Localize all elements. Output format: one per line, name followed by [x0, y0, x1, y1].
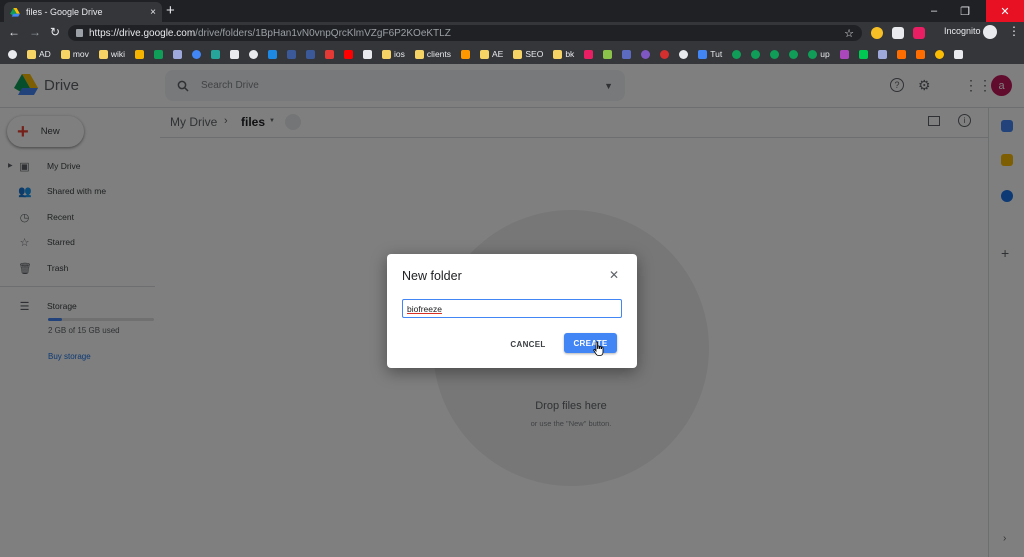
- bookmark-item[interactable]: [679, 49, 689, 59]
- bookmark-item[interactable]: Tut: [698, 49, 722, 59]
- hand-cursor-icon: [593, 341, 604, 356]
- incognito-icon[interactable]: [983, 25, 997, 39]
- bookmark-item[interactable]: [896, 49, 906, 59]
- bookmark-item[interactable]: bk: [553, 49, 574, 59]
- bookmark-item[interactable]: AE: [480, 49, 503, 59]
- bookmark-item[interactable]: [135, 49, 145, 59]
- bookmarks-bar: AD mov wiki ios clients AE SEO bk Tut up: [0, 44, 1024, 64]
- bookmark-item[interactable]: [8, 49, 17, 59]
- bookmark-item[interactable]: [858, 49, 868, 59]
- bookmark-item[interactable]: [839, 49, 849, 59]
- bookmark-item[interactable]: [461, 49, 471, 59]
- browser-toolbar: ← → ↻ https://drive.google.com/drive/fol…: [0, 22, 1024, 44]
- bookmark-item[interactable]: [192, 49, 202, 59]
- bookmark-item[interactable]: AD: [27, 49, 51, 59]
- lock-icon: [76, 29, 83, 37]
- new-tab-button[interactable]: +: [166, 3, 175, 19]
- bookmark-item[interactable]: clients: [414, 49, 451, 59]
- bookmark-item[interactable]: [789, 49, 799, 59]
- bookmark-item[interactable]: mov: [60, 49, 89, 59]
- minimize-button[interactable]: –: [919, 0, 949, 22]
- tab-title: files - Google Drive: [26, 7, 103, 17]
- extension-icon[interactable]: [871, 27, 883, 39]
- bookmark-item[interactable]: [877, 49, 887, 59]
- address-bar[interactable]: https://drive.google.com/drive/folders/1…: [68, 25, 862, 41]
- app: files - Google Drive × + – ❐ ✕ ← → ↻ htt…: [0, 0, 1024, 557]
- bookmark-item[interactable]: [915, 49, 925, 59]
- dialog-title: New folder: [402, 269, 462, 283]
- bookmark-item[interactable]: [584, 49, 594, 59]
- drive-favicon-icon: [10, 7, 20, 17]
- bookmark-star-icon[interactable]: ☆: [844, 27, 854, 40]
- bookmark-item[interactable]: [154, 49, 164, 59]
- bookmark-item[interactable]: wiki: [98, 49, 125, 59]
- url-text: https://drive.google.com/drive/folders/1…: [89, 27, 451, 39]
- bookmark-item[interactable]: [603, 49, 613, 59]
- extension-icon[interactable]: [913, 27, 925, 39]
- folder-name-input[interactable]: [402, 299, 622, 318]
- bookmark-item[interactable]: [953, 49, 963, 59]
- window-close-button[interactable]: ✕: [986, 0, 1024, 22]
- bookmark-item[interactable]: [751, 49, 761, 59]
- bookmark-item[interactable]: [344, 49, 354, 59]
- browser-tab[interactable]: files - Google Drive ×: [4, 2, 162, 22]
- bookmark-item[interactable]: [622, 49, 632, 59]
- bookmark-item[interactable]: [732, 49, 742, 59]
- tab-close-icon[interactable]: ×: [150, 7, 156, 18]
- browser-tabstrip: files - Google Drive × + – ❐ ✕: [0, 0, 1024, 22]
- bookmark-item[interactable]: [770, 49, 780, 59]
- bookmark-item[interactable]: [268, 49, 278, 59]
- bookmark-item[interactable]: [641, 49, 651, 59]
- bookmark-item[interactable]: [934, 49, 944, 59]
- bookmark-item[interactable]: [363, 49, 373, 59]
- restore-button[interactable]: ❐: [950, 0, 980, 22]
- reload-icon[interactable]: ↻: [50, 25, 60, 39]
- bookmark-item[interactable]: [211, 49, 221, 59]
- cancel-button[interactable]: CANCEL: [507, 336, 549, 352]
- bookmark-item[interactable]: [287, 49, 297, 59]
- bookmark-item[interactable]: up: [808, 49, 830, 59]
- browser-menu-icon[interactable]: ⋮: [1008, 24, 1020, 38]
- bookmark-item[interactable]: ios: [382, 49, 405, 59]
- bookmark-item[interactable]: [325, 49, 335, 59]
- bookmark-item[interactable]: SEO: [513, 49, 543, 59]
- bookmark-item[interactable]: [230, 49, 240, 59]
- bookmark-item[interactable]: [173, 49, 183, 59]
- forward-icon[interactable]: →: [29, 25, 41, 39]
- bookmark-item[interactable]: [249, 49, 259, 59]
- back-icon[interactable]: ←: [8, 25, 20, 39]
- extension-icon[interactable]: [892, 27, 904, 39]
- bookmark-item[interactable]: [660, 49, 670, 59]
- create-button[interactable]: CREATE: [564, 333, 617, 353]
- bookmark-item[interactable]: [306, 49, 316, 59]
- close-icon[interactable]: ✕: [609, 269, 619, 281]
- incognito-label: Incognito: [944, 26, 981, 36]
